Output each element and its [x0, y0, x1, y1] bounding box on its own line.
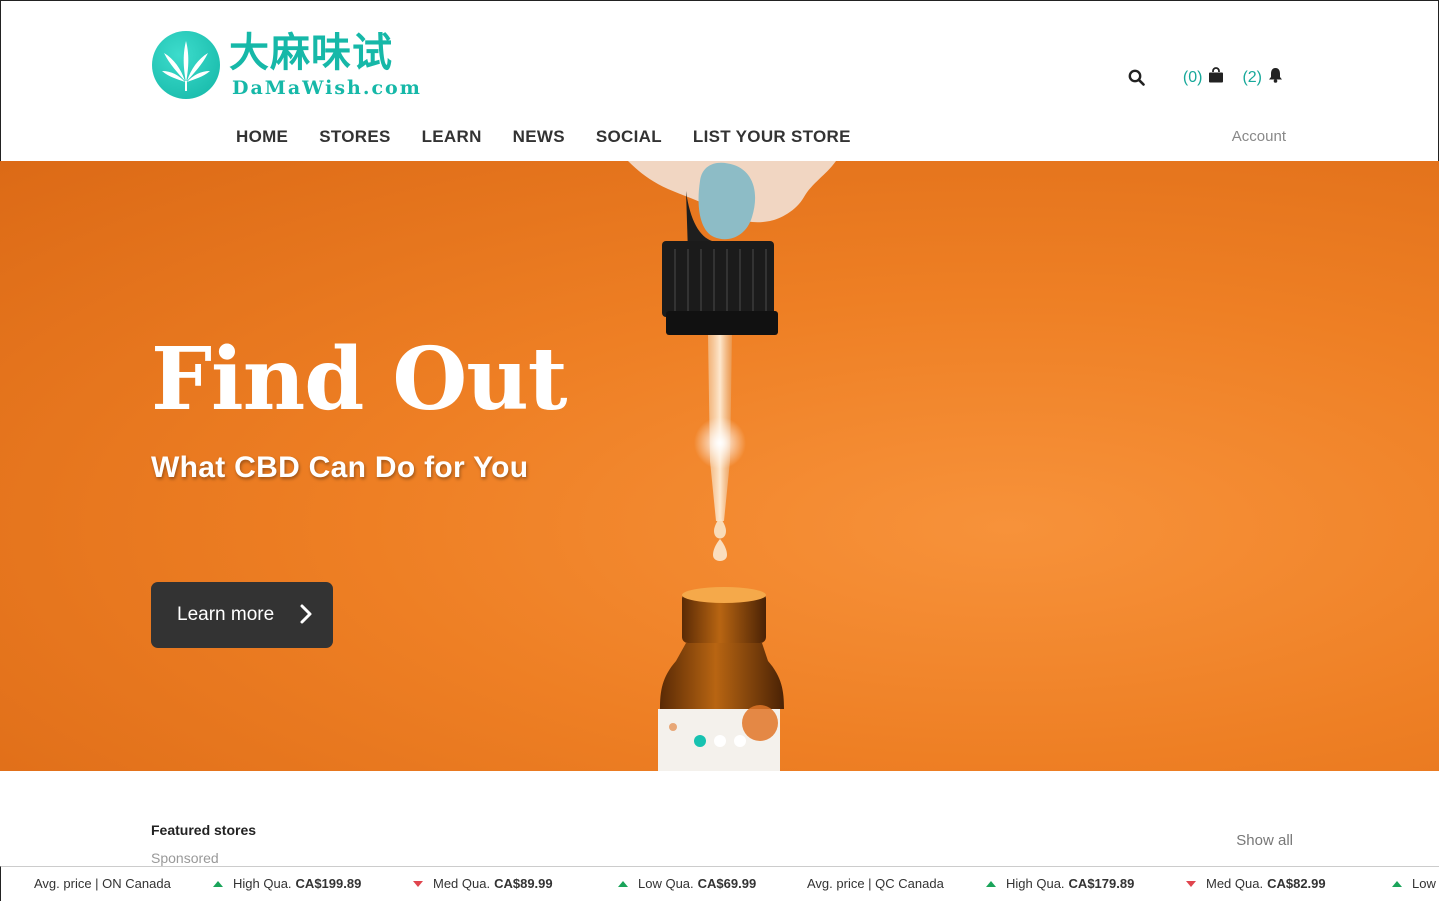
carousel-dot-3[interactable]	[734, 735, 746, 747]
site-logo[interactable]: 大麻味试 DaMaWish.com	[152, 31, 422, 99]
arrow-up-icon	[618, 880, 628, 887]
nav-item-home[interactable]: HOME	[236, 127, 288, 147]
ticker-quality-label: Low Q	[1412, 876, 1439, 891]
header-utilities: (0) (2)	[1128, 67, 1283, 88]
ticker-quality-label: Med Qua.	[433, 876, 491, 891]
ticker-region-text: Avg. price | ON Canada	[34, 876, 171, 891]
arrow-up-icon	[986, 880, 996, 887]
hero-subtitle: What CBD Can Do for You	[151, 451, 529, 484]
nav-item-social[interactable]: SOCIAL	[596, 127, 662, 147]
ticker-region-text: Avg. price | QC Canada	[807, 876, 944, 891]
carousel-dot-2[interactable]	[714, 735, 726, 747]
show-all-link[interactable]: Show all	[1236, 832, 1293, 849]
notifications-button[interactable]: (2)	[1242, 67, 1283, 88]
ticker-price-item: High Qua. CA$199.89	[213, 876, 361, 891]
ticker-region-label: Avg. price | QC Canada	[807, 876, 944, 891]
arrow-down-icon	[413, 880, 423, 887]
ticker-price-value: CA$69.99	[697, 876, 757, 891]
main-nav: HOME STORES LEARN NEWS SOCIAL LIST YOUR …	[236, 127, 882, 147]
cart-count: (0)	[1182, 68, 1203, 86]
arrow-down-icon	[1186, 880, 1196, 887]
hero-carousel: Find Out What CBD Can Do for You Learn m…	[0, 161, 1439, 771]
ticker-price-item: Med Qua. CA$89.99	[413, 876, 553, 891]
arrow-up-icon	[1392, 880, 1402, 887]
chevron-right-icon	[299, 603, 313, 631]
notifications-count: (2)	[1242, 68, 1262, 86]
ticker-price-value: CA$199.89	[295, 876, 362, 891]
ticker-quality-label: Med Qua.	[1206, 876, 1264, 891]
hero-title: Find Out	[151, 329, 567, 430]
shopping-bag-icon	[1208, 67, 1224, 88]
logo-chinese-name: 大麻味试	[229, 29, 393, 76]
search-icon[interactable]	[1128, 69, 1145, 91]
learn-more-button[interactable]: Learn more	[151, 582, 333, 648]
account-link[interactable]: Account	[1232, 128, 1286, 145]
carousel-dots	[694, 735, 746, 747]
logo-english-name: DaMaWish.com	[232, 77, 422, 99]
bell-icon	[1268, 67, 1283, 88]
price-ticker: Avg. price | ON Canada High Qua. CA$199.…	[0, 866, 1439, 901]
arrow-up-icon	[213, 880, 223, 887]
nav-item-news[interactable]: NEWS	[513, 127, 565, 147]
ticker-quality-label: High Qua.	[233, 876, 292, 891]
ticker-price-value: CA$179.89	[1068, 876, 1135, 891]
ticker-price-item: Low Q	[1392, 876, 1439, 891]
sponsored-label: Sponsored	[151, 850, 219, 866]
ticker-quality-label: Low Qua.	[638, 876, 694, 891]
site-header: 大麻味试 DaMaWish.com (0) (2) HOME STORES LE…	[0, 0, 1439, 161]
featured-stores-heading: Featured stores	[151, 822, 257, 838]
cart-button[interactable]: (0)	[1183, 67, 1225, 88]
nav-item-learn[interactable]: LEARN	[422, 127, 482, 147]
learn-more-label: Learn more	[177, 604, 275, 625]
nav-item-list-your-store[interactable]: LIST YOUR STORE	[693, 127, 851, 147]
ticker-price-item: Low Qua. CA$69.99	[618, 876, 756, 891]
nav-item-stores[interactable]: STORES	[319, 127, 390, 147]
ticker-quality-label: High Qua.	[1006, 876, 1065, 891]
ticker-price-item: Med Qua. CA$82.99	[1186, 876, 1326, 891]
cannabis-leaf-icon	[152, 31, 220, 99]
carousel-dot-1[interactable]	[694, 735, 706, 747]
ticker-region-label: Avg. price | ON Canada	[34, 876, 171, 891]
ticker-price-item: High Qua. CA$179.89	[986, 876, 1134, 891]
ticker-price-value: CA$82.99	[1267, 876, 1326, 891]
ticker-price-value: CA$89.99	[494, 876, 553, 891]
